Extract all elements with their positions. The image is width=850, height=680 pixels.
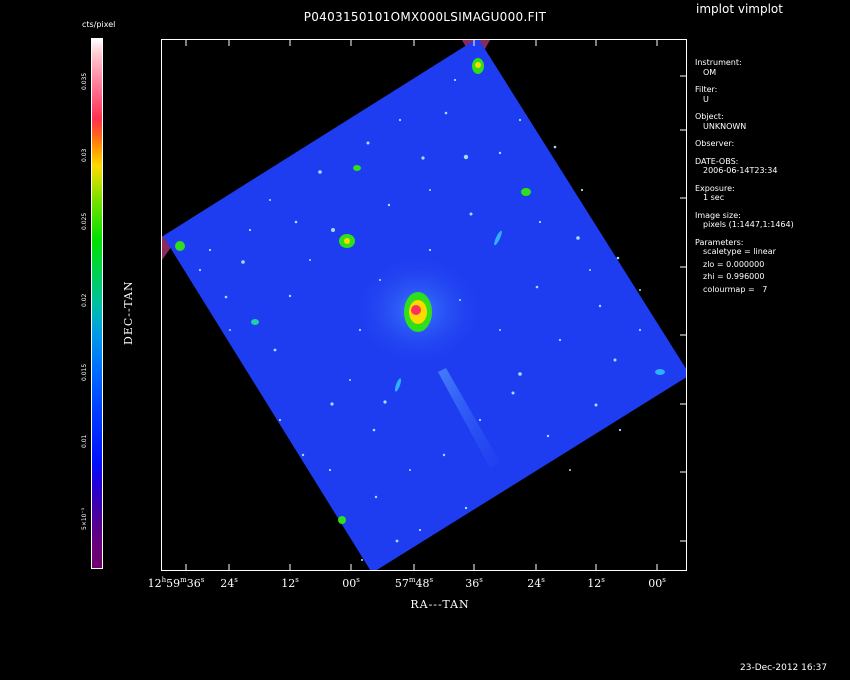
x-axis-tick-label: 24s [527, 576, 545, 590]
info-label: Filter: [695, 85, 718, 94]
tick-number: 00 [648, 577, 663, 590]
tick-number: 24 [220, 577, 235, 590]
tick-unit: m [408, 576, 416, 584]
tick-number: 00 [342, 577, 357, 590]
x-axis-tick-label: 24s [220, 576, 238, 590]
plot-frame [161, 39, 687, 571]
tick-number: 36 [465, 577, 480, 590]
parameter-line: scaletype = linear [703, 247, 776, 256]
x-axis-tick-label: 00s [648, 576, 666, 590]
x-axis-tick-label: 12s [281, 576, 299, 590]
info-label: Object: [695, 112, 724, 121]
info-label: DATE-OBS: [695, 156, 739, 166]
parameters-label: Parameters: [695, 237, 744, 247]
tick-unit: s [601, 576, 605, 584]
tick-number: 59 [166, 577, 181, 590]
tick-unit: s [356, 576, 360, 584]
x-axis-tick-label: 57m48s [395, 576, 433, 590]
tick-number: 24 [527, 577, 542, 590]
x-axis-tick-label: 12h59m36s [148, 576, 205, 590]
tick-unit: s [295, 576, 299, 584]
timestamp: 23-Dec-2012 16:37 [740, 663, 828, 673]
tick-number: 36 [186, 577, 201, 590]
info-panel: Instrument: OM Filter: U Object: UNKNOWN Obser… [695, 58, 794, 297]
tick-number: 12 [281, 577, 296, 590]
info-items: Instrument: OM Filter: U Object: UNKNOWN Obser… [695, 58, 794, 230]
tick-unit: s [429, 576, 434, 584]
tick-unit: s [479, 576, 483, 584]
info-label: Image size: [695, 210, 741, 220]
x-axis-tick-label: 00s [342, 576, 360, 590]
parameter-line: zhi = 0.996000 [703, 272, 765, 281]
tick-unit: s [200, 576, 205, 584]
info-label: Instrument: [695, 58, 742, 67]
info-value: 1 sec [703, 193, 725, 202]
tick-number: 48 [415, 577, 430, 590]
info-label: Exposure: [695, 183, 735, 193]
x-axis-label: RA---TAN [410, 598, 470, 611]
tick-number: 12 [147, 577, 162, 590]
tick-unit: s [541, 576, 545, 584]
info-value: U [703, 94, 709, 104]
tick-unit: s [234, 576, 238, 584]
info-value: OM [703, 67, 717, 77]
parameter-lines: scaletype = linear zlo = 0.000000 zhi = 0.… [695, 247, 794, 294]
info-label: Observer: [695, 139, 735, 148]
tick-number: 57 [394, 577, 409, 590]
tick-unit: s [662, 576, 666, 584]
x-axis-tick-label: 12s [587, 576, 605, 590]
info-value: pixels (1:1447,1:1464) [703, 220, 794, 229]
tick-number: 12 [587, 577, 602, 590]
info-value: UNKNOWN [703, 121, 747, 131]
parameter-line: zlo = 0.000000 [703, 259, 765, 269]
parameter-line: colourmap = 7 [703, 284, 768, 294]
info-value: 2006-06-14T23:34 [703, 166, 778, 175]
x-axis-tick-label: 36s [465, 576, 483, 590]
